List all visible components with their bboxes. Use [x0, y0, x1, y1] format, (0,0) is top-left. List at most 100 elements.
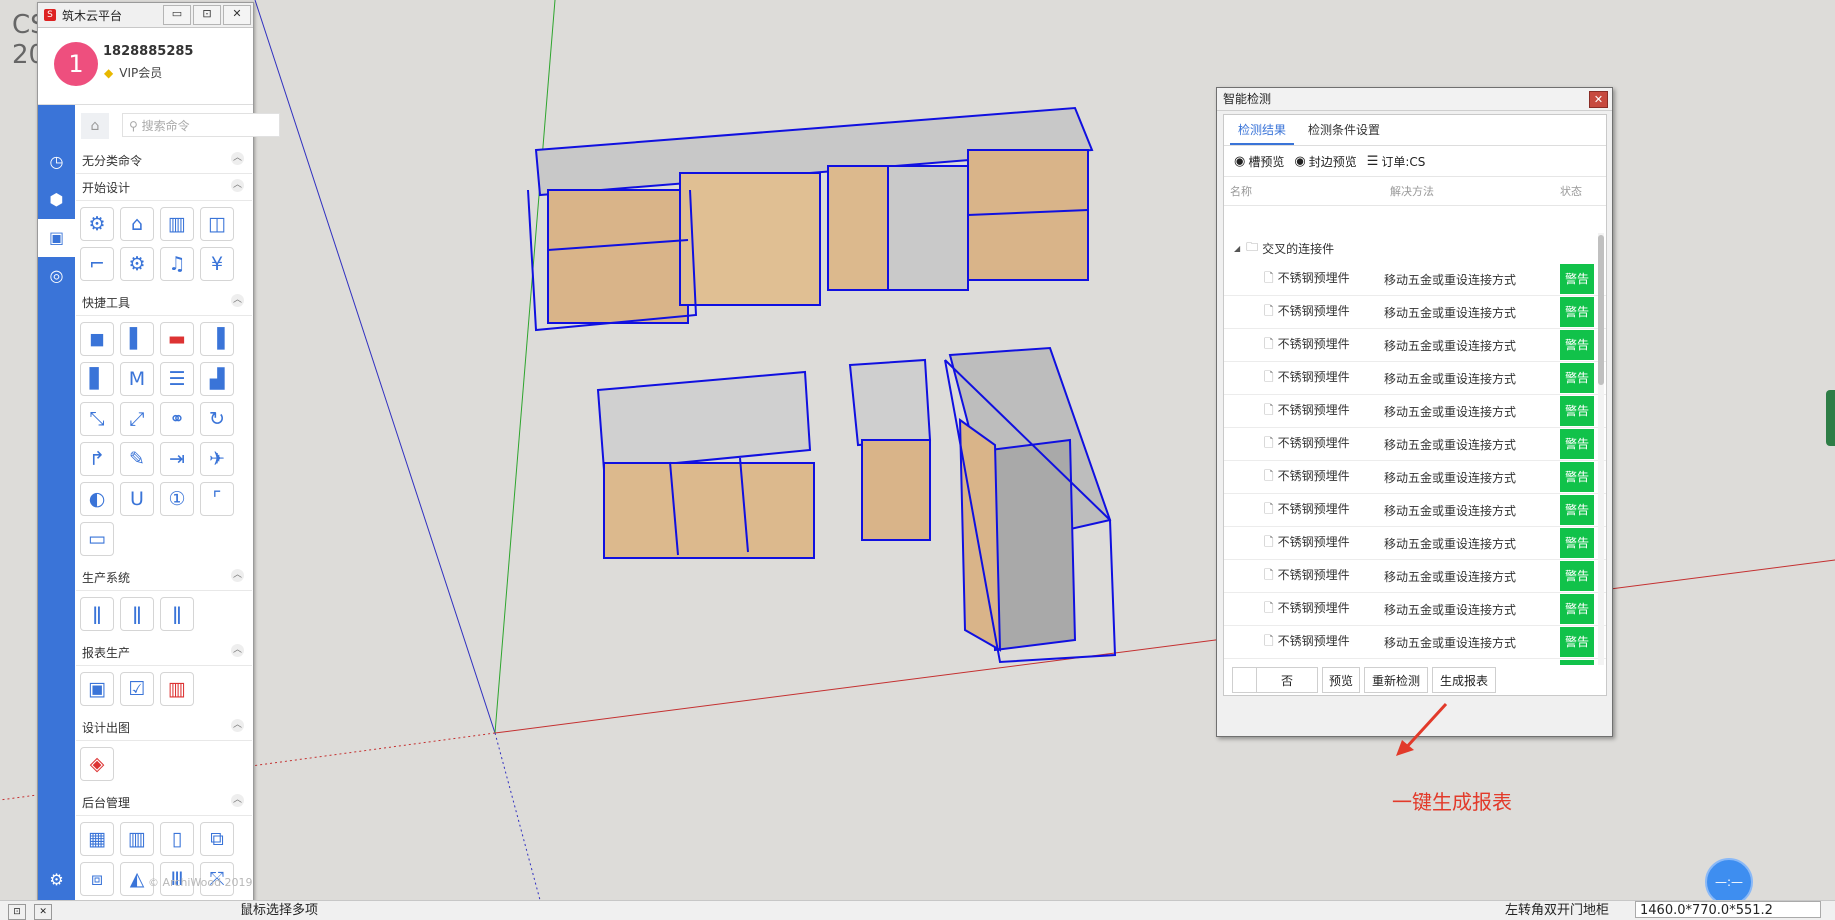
list-item[interactable]: 🗋不锈钢预埋件移动五金或重设连接方式警告: [1224, 362, 1606, 395]
tool-icon[interactable]: ◈: [80, 747, 114, 781]
list-item[interactable]: 🗋不锈钢预埋件移动五金或重设连接方式警告: [1224, 329, 1606, 362]
tool-icon[interactable]: ▥: [160, 207, 194, 241]
chevron-up-icon[interactable]: ︿: [231, 719, 244, 732]
tool-icon[interactable]: ☑: [120, 672, 154, 706]
list-item[interactable]: 🗋不锈钢预埋件移动五金或重设连接方式警告: [1224, 428, 1606, 461]
tool-icon[interactable]: ǁ: [80, 597, 114, 631]
tool-icon[interactable]: ♫: [160, 247, 194, 281]
tool-icon[interactable]: ▦: [80, 822, 114, 856]
expand-triangle-icon[interactable]: ◢: [1234, 244, 1240, 253]
panel-titlebar[interactable]: S 筑木云平台 ▭ ⊡ ✕: [38, 3, 253, 28]
restore-button[interactable]: ⊡: [193, 5, 221, 25]
order-menu[interactable]: ☰ 订单:CS: [1367, 153, 1426, 170]
chevron-up-icon[interactable]: ︿: [231, 569, 244, 582]
tool-icon[interactable]: ⚙: [120, 247, 154, 281]
close-button[interactable]: ✕: [223, 5, 251, 25]
section-header[interactable]: 开始设计 ︿: [76, 174, 252, 201]
chevron-up-icon[interactable]: ︿: [231, 179, 244, 192]
settings-gear-icon[interactable]: ⚙: [38, 870, 75, 889]
tool-icon[interactable]: ▟: [200, 362, 234, 396]
tool-icon[interactable]: ↱: [80, 442, 114, 476]
list-item[interactable]: 🗋不锈钢预埋件移动五金或重设连接方式警告: [1224, 560, 1606, 593]
list-item[interactable]: 🗋不锈钢预埋件移动五金或重设连接方式警告: [1224, 296, 1606, 329]
measurement-input[interactable]: 1460.0*770.0*551.2: [1635, 901, 1821, 918]
close-icon[interactable]: ✕: [1589, 91, 1608, 108]
restore-icon[interactable]: ⊡: [8, 904, 26, 920]
section-header[interactable]: 设计出图 ︿: [76, 714, 252, 741]
slot-preview-toggle[interactable]: ◉ 槽预览: [1234, 153, 1284, 170]
tool-icon[interactable]: ¥: [200, 247, 234, 281]
chevron-up-icon[interactable]: ︿: [231, 644, 244, 657]
toolbox-icon[interactable]: ▣: [38, 219, 75, 257]
scrollbar-thumb[interactable]: [1598, 235, 1604, 385]
list-item[interactable]: 🗋不锈钢预埋件移动五金或重设连接方式警告: [1224, 395, 1606, 428]
tool-icon[interactable]: ✈: [200, 442, 234, 476]
tool-icon[interactable]: ▣: [80, 672, 114, 706]
section-header[interactable]: 快捷工具 ︿: [76, 289, 252, 316]
minimize-button[interactable]: ▭: [163, 5, 191, 25]
section-header[interactable]: 无分类命令 ︿: [76, 147, 252, 174]
checkbox-blank[interactable]: [1232, 667, 1256, 693]
tool-icon[interactable]: ▥: [160, 672, 194, 706]
tool-icon[interactable]: ▥: [120, 822, 154, 856]
tool-icon[interactable]: ◫: [200, 207, 234, 241]
list-item[interactable]: 🗋不锈钢预埋件移动五金或重设连接方式警告: [1224, 461, 1606, 494]
tool-icon[interactable]: ⧉: [200, 822, 234, 856]
generate-report-button[interactable]: 生成报表: [1432, 667, 1496, 693]
tool-icon[interactable]: U: [120, 482, 154, 516]
ring-icon[interactable]: ◎: [38, 257, 75, 295]
chevron-up-icon[interactable]: ︿: [231, 794, 244, 807]
tab-results[interactable]: 检测结果: [1230, 115, 1295, 145]
vertical-scrollbar[interactable]: [1598, 233, 1604, 665]
nav-widget[interactable]: —:—: [1705, 858, 1753, 906]
search-input[interactable]: ⚲ 搜索命令: [122, 113, 280, 137]
tool-icon[interactable]: ↻: [200, 402, 234, 436]
tool-icon[interactable]: ✎: [120, 442, 154, 476]
section-header[interactable]: 后台管理 ︿: [76, 789, 252, 816]
history-icon[interactable]: ◷: [38, 143, 75, 181]
cube-icon[interactable]: ⬢: [38, 181, 75, 219]
tool-icon[interactable]: M: [120, 362, 154, 396]
chevron-up-icon[interactable]: ︿: [231, 294, 244, 307]
tool-icon[interactable]: ǁ: [160, 597, 194, 631]
tool-icon[interactable]: ▯: [160, 822, 194, 856]
tool-icon[interactable]: ⤢: [120, 402, 154, 436]
tool-icon[interactable]: ◼: [80, 322, 114, 356]
chevron-up-icon[interactable]: ︿: [231, 152, 244, 165]
list-item[interactable]: 🗋不锈钢预埋件移动五金或重设连接方式警告: [1224, 626, 1606, 659]
tool-icon[interactable]: ⇥: [160, 442, 194, 476]
preview-button[interactable]: 预览: [1322, 667, 1360, 693]
dialog-titlebar[interactable]: 智能检测 ✕: [1217, 88, 1612, 111]
tool-icon[interactable]: ǁ: [120, 597, 154, 631]
right-edge-tab[interactable]: [1826, 390, 1835, 446]
result-list[interactable]: ◢ 🗀 交叉的连接件 🗋 不锈钢预埋件 移动五金或重设连接方式 警告 🗋 不锈钢预埋件 移动…: [1224, 233, 1606, 665]
tool-icon[interactable]: ⚭: [160, 402, 194, 436]
tool-icon[interactable]: ▬: [160, 322, 194, 356]
section-header[interactable]: 报表生产 ︿: [76, 639, 252, 666]
tool-icon[interactable]: ▭: [80, 522, 114, 556]
tool-icon[interactable]: ▐: [200, 322, 234, 356]
tool-icon[interactable]: ⌐: [80, 247, 114, 281]
tab-conditions[interactable]: 检测条件设置: [1300, 115, 1388, 145]
tool-icon[interactable]: ⚙: [80, 207, 114, 241]
group-node[interactable]: ◢ 🗀 交叉的连接件: [1224, 233, 1606, 263]
avatar[interactable]: 1: [54, 42, 98, 86]
tool-icon[interactable]: ▌: [120, 322, 154, 356]
tool-icon[interactable]: ☰: [160, 362, 194, 396]
list-item[interactable]: 🗋不锈钢预埋件移动五金或重设连接方式警告: [1224, 494, 1606, 527]
list-item[interactable]: 🗋不锈钢预埋件移动五金或重设连接方式警告: [1224, 263, 1606, 296]
section-header[interactable]: 生产系统 ︿: [76, 564, 252, 591]
edge-preview-toggle[interactable]: ◉ 封边预览: [1294, 153, 1356, 170]
list-item[interactable]: 🗋不锈钢预埋件移动五金或重设连接方式警告: [1224, 593, 1606, 626]
tool-icon[interactable]: ◐: [80, 482, 114, 516]
no-button[interactable]: 否: [1256, 667, 1318, 693]
list-item[interactable]: 🗋不锈钢预埋件移动五金或重设连接方式警告: [1224, 527, 1606, 560]
tool-icon[interactable]: ⧈: [80, 862, 114, 896]
close-icon[interactable]: ✕: [34, 904, 53, 920]
recheck-button[interactable]: 重新检测: [1364, 667, 1428, 693]
home-icon[interactable]: ⌂: [81, 113, 109, 139]
tool-icon[interactable]: ⤡: [80, 402, 114, 436]
tool-icon[interactable]: ①: [160, 482, 194, 516]
tool-icon[interactable]: ⌜: [200, 482, 234, 516]
tool-icon[interactable]: ▋: [80, 362, 114, 396]
